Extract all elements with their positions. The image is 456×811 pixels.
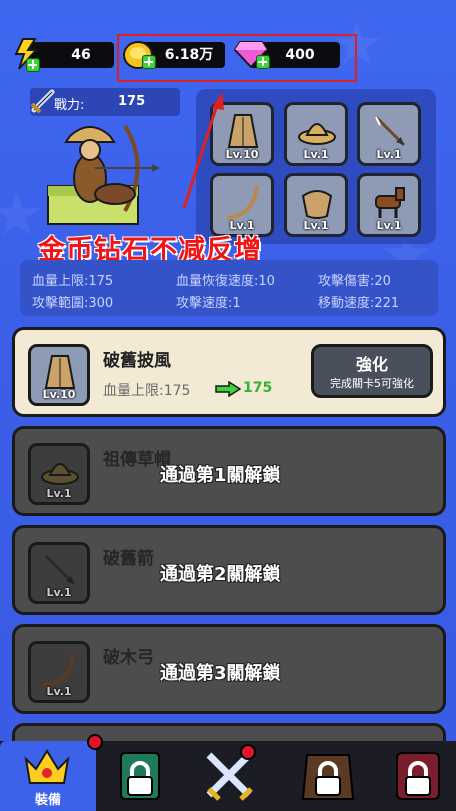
slot-arrow[interactable]: Lv.1 xyxy=(357,102,421,166)
annotation-arrow xyxy=(178,92,228,216)
energy-value: 46 xyxy=(71,47,91,63)
power-value: 175 xyxy=(118,94,146,109)
crown-icon xyxy=(22,747,72,791)
add-energy-button[interactable] xyxy=(26,58,40,72)
item-stat-current: 血量上限:175 xyxy=(103,383,191,399)
item-name: 破木弓 xyxy=(103,648,154,668)
bow-icon: Lv.1 xyxy=(28,641,90,703)
item-row[interactable]: Lv.1 破木弓 通過第3關解鎖 xyxy=(12,624,446,714)
stat-attack-range: 攻擊範圍:300 xyxy=(32,296,114,311)
item-level: Lv.10 xyxy=(42,388,76,401)
stat-attack-damage: 攻擊傷害:20 xyxy=(318,274,391,289)
bottom-nav: 裝備 xyxy=(0,741,456,811)
highlight-frame xyxy=(117,34,357,82)
unlock-requirement: 通過第2關解鎖 xyxy=(160,564,281,585)
slot-straw-hat[interactable]: Lv.1 xyxy=(284,102,348,166)
straw-hat-icon: Lv.1 xyxy=(28,443,90,505)
item-level: Lv.1 xyxy=(46,586,72,599)
energy-counter[interactable]: 46 xyxy=(28,42,114,68)
sword-icon xyxy=(28,86,58,120)
hero-character xyxy=(40,116,160,226)
stat-hp-max: 血量上限:175 xyxy=(32,274,114,289)
slot-level: Lv.1 xyxy=(303,148,329,161)
tab-skills[interactable] xyxy=(105,741,175,811)
stats-panel: 血量上限:175 血量恢復速度:10 攻擊傷害:20 攻擊範圍:300 攻擊速度… xyxy=(20,260,438,316)
stat-hp-regen: 血量恢復速度:10 xyxy=(176,274,275,289)
stat-attack-speed: 攻擊速度:1 xyxy=(176,296,241,311)
slot-level: Lv.1 xyxy=(303,219,329,232)
stat-move-speed: 移動速度:221 xyxy=(318,296,400,311)
lock-icon xyxy=(115,749,165,809)
item-level: Lv.1 xyxy=(46,487,72,500)
tab-locked-4[interactable] xyxy=(385,741,455,811)
notification-dot xyxy=(87,734,103,750)
item-row[interactable]: Lv.10 破舊披風 血量上限:175 175 強化 完成關卡5可強化 xyxy=(12,327,446,417)
power-label: 戰力: xyxy=(54,98,85,113)
item-stat-next: 175 xyxy=(243,380,273,396)
slot-level: Lv.1 xyxy=(376,148,402,161)
upgrade-button[interactable]: 強化 完成關卡5可強化 xyxy=(311,344,433,398)
cloak-icon: Lv.10 xyxy=(28,344,90,406)
upgrade-arrow-icon xyxy=(215,380,242,401)
arrow-icon: Lv.1 xyxy=(28,542,90,604)
item-name: 破舊箭 xyxy=(103,549,154,569)
item-name: 破舊披風 xyxy=(103,351,171,371)
tab-locked-3[interactable] xyxy=(295,741,365,811)
item-row[interactable]: Lv.1 破舊箭 通過第2關解鎖 xyxy=(12,525,446,615)
item-level: Lv.1 xyxy=(46,685,72,698)
lock-icon xyxy=(301,749,355,809)
lock-icon xyxy=(391,749,445,809)
slot-armor[interactable]: Lv.1 xyxy=(284,173,348,237)
unlock-requirement: 通過第3關解鎖 xyxy=(160,663,281,684)
tab-equipment-label: 裝備 xyxy=(34,793,61,808)
equipment-slots-panel: Lv.10 Lv.1 Lv.1 Lv.1 Lv.1 Lv.1 xyxy=(196,89,436,244)
unlock-requirement: 通過第1關解鎖 xyxy=(160,465,281,486)
slot-horse[interactable]: Lv.1 xyxy=(357,173,421,237)
slot-level: Lv.1 xyxy=(376,219,402,232)
item-row[interactable]: Lv.1 祖傳草帽 通過第1關解鎖 xyxy=(12,426,446,516)
tab-equipment[interactable]: 裝備 xyxy=(0,741,96,811)
upgrade-hint: 完成關卡5可強化 xyxy=(330,377,414,390)
upgrade-label: 強化 xyxy=(355,355,388,374)
notification-dot xyxy=(240,744,256,760)
